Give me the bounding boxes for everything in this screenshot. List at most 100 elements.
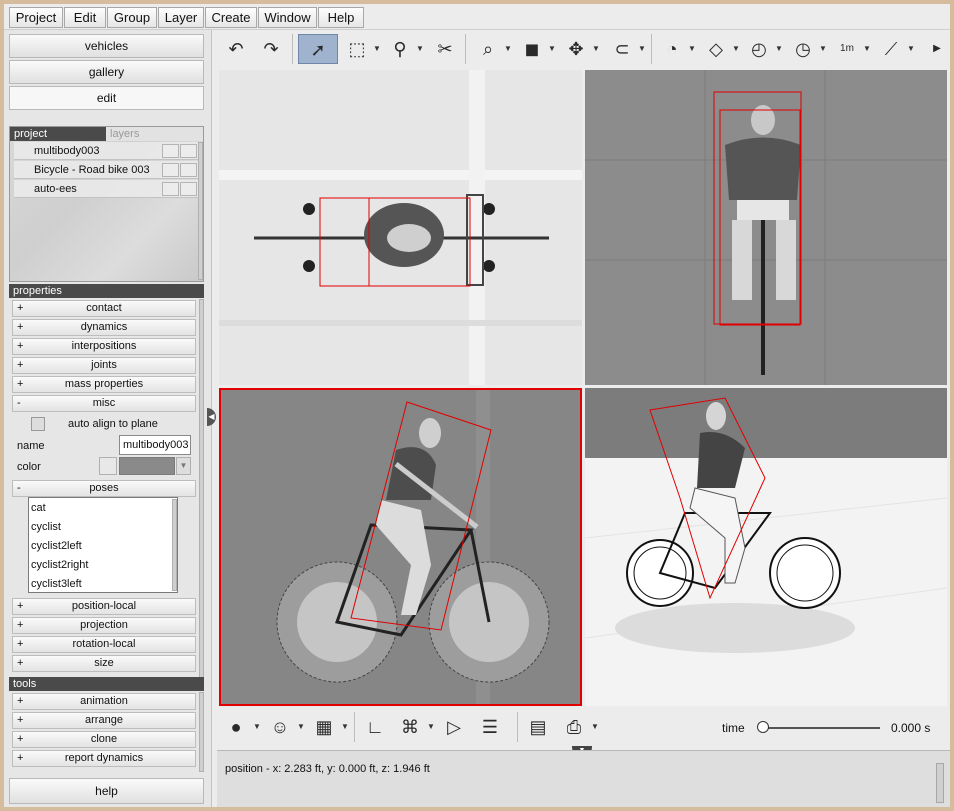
undo-icon[interactable]: ↶: [221, 34, 251, 64]
chevron-down-icon[interactable]: ▼: [253, 722, 261, 731]
tool-arrange[interactable]: + arrange: [12, 712, 196, 729]
chevron-down-icon[interactable]: ▼: [863, 44, 871, 53]
measure-point-icon[interactable]: ◔: [657, 34, 687, 64]
prop-rotation-local[interactable]: + rotation-local: [12, 636, 196, 653]
visibility-toggle[interactable]: [162, 144, 179, 158]
viewport-perspective[interactable]: [585, 388, 947, 706]
properties-scrollbar[interactable]: [199, 299, 204, 679]
angle2-icon[interactable]: ◷: [788, 34, 818, 64]
help-button[interactable]: help: [9, 778, 204, 804]
prop-projection[interactable]: + projection: [12, 617, 196, 634]
color-swatch[interactable]: [119, 457, 175, 475]
prop-mass-properties[interactable]: + mass properties: [12, 376, 196, 393]
list-item[interactable]: cyclist2right: [31, 556, 88, 574]
status-scrollbar[interactable]: [936, 763, 944, 803]
prop-position-local[interactable]: + position-local: [12, 598, 196, 615]
list-item[interactable]: cat: [31, 499, 46, 517]
chevron-down-icon[interactable]: ▼: [592, 44, 600, 53]
move-icon[interactable]: ✥: [561, 34, 591, 64]
color-picker-button[interactable]: [99, 457, 117, 475]
chevron-down-icon[interactable]: ▼: [373, 44, 381, 53]
menu-edit[interactable]: Edit: [64, 7, 106, 28]
tool-clone[interactable]: + clone: [12, 731, 196, 748]
visibility-toggle[interactable]: [162, 182, 179, 196]
tape-icon[interactable]: ⟋: [876, 34, 906, 64]
name-field[interactable]: multibody003: [119, 435, 191, 455]
head-icon[interactable]: ☺: [265, 712, 295, 742]
list-item[interactable]: cyclist: [31, 518, 61, 536]
sphere-icon[interactable]: ●: [221, 712, 251, 742]
prop-joints[interactable]: + joints: [12, 357, 196, 374]
chevron-down-icon[interactable]: ▼: [504, 44, 512, 53]
time-slider-track[interactable]: [765, 727, 880, 729]
chevron-down-icon[interactable]: ▼: [427, 722, 435, 731]
redo-icon[interactable]: ↷: [256, 34, 286, 64]
chevron-down-icon[interactable]: ▼: [819, 44, 827, 53]
chevron-down-icon[interactable]: ▼: [416, 44, 424, 53]
more-icon[interactable]: ▶: [929, 34, 945, 64]
prop-poses[interactable]: - poses: [12, 480, 196, 497]
lock-toggle[interactable]: [180, 182, 197, 196]
print-icon[interactable]: ⎙: [559, 712, 589, 742]
zoom-icon[interactable]: ⌕: [473, 34, 503, 64]
nav-vehicles-button[interactable]: vehicles: [9, 34, 204, 58]
chevron-down-icon[interactable]: ▼: [732, 44, 740, 53]
tool-report-dynamics[interactable]: + report dynamics: [12, 750, 196, 767]
lock-toggle[interactable]: [180, 163, 197, 177]
project-item[interactable]: Bicycle - Road bike 003: [14, 161, 200, 179]
list-item[interactable]: cyclist3left: [31, 575, 82, 593]
plane-icon[interactable]: ◇: [701, 34, 731, 64]
ruler-icon[interactable]: 1m: [832, 34, 862, 64]
prop-interpositions[interactable]: + interpositions: [12, 338, 196, 355]
menu-group[interactable]: Group: [107, 7, 157, 28]
playlist-icon[interactable]: ☰: [475, 712, 505, 742]
prop-contact[interactable]: + contact: [12, 300, 196, 317]
menu-create[interactable]: Create: [205, 7, 257, 28]
nav-edit-button[interactable]: edit: [9, 86, 204, 110]
angle-icon[interactable]: ◴: [744, 34, 774, 64]
play-icon[interactable]: ▷: [439, 712, 469, 742]
chevron-down-icon[interactable]: ▼: [548, 44, 556, 53]
tools-scrollbar[interactable]: [199, 692, 204, 772]
visibility-toggle[interactable]: [162, 163, 179, 177]
prop-misc[interactable]: - misc: [12, 395, 196, 412]
tab-project[interactable]: project: [10, 127, 106, 141]
menu-window[interactable]: Window: [258, 7, 317, 28]
chevron-down-icon[interactable]: ▼: [638, 44, 646, 53]
time-slider-handle[interactable]: [757, 721, 769, 733]
list-item[interactable]: cyclist2left: [31, 537, 82, 555]
tool-animation[interactable]: + animation: [12, 693, 196, 710]
chevron-down-icon[interactable]: ▼: [688, 44, 696, 53]
menu-project[interactable]: Project: [9, 7, 63, 28]
chevron-down-icon[interactable]: ▼: [297, 722, 305, 731]
magnet-icon[interactable]: ⊂: [607, 34, 637, 64]
poses-list[interactable]: cat cyclist cyclist2left cyclist2right c…: [28, 497, 178, 593]
select-arrow-icon[interactable]: ➚: [298, 34, 338, 64]
project-item[interactable]: auto-ees: [14, 180, 200, 198]
prop-dynamics[interactable]: + dynamics: [12, 319, 196, 336]
select-box-icon[interactable]: ⬚: [342, 34, 372, 64]
tab-layers[interactable]: layers: [106, 127, 203, 141]
menu-help[interactable]: Help: [318, 7, 364, 28]
camera-icon[interactable]: ⌘: [395, 712, 425, 742]
menu-layer[interactable]: Layer: [158, 7, 204, 28]
scissors-icon[interactable]: ✂: [430, 34, 460, 64]
layout-grid-icon[interactable]: ▦: [309, 712, 339, 742]
viewport-top[interactable]: [219, 70, 582, 385]
axes-icon[interactable]: ∟: [360, 712, 390, 742]
viewport-side[interactable]: [219, 388, 582, 706]
chevron-down-icon[interactable]: ▼: [775, 44, 783, 53]
branch-icon[interactable]: ⚲: [385, 34, 415, 64]
lock-toggle[interactable]: [180, 144, 197, 158]
chevron-down-icon[interactable]: ▼: [341, 722, 349, 731]
chevron-down-icon[interactable]: ▼: [591, 722, 599, 731]
poses-scrollbar[interactable]: [172, 499, 177, 591]
chevron-down-icon[interactable]: ▼: [176, 457, 191, 475]
project-item[interactable]: multibody003: [14, 142, 200, 160]
project-scrollbar[interactable]: [198, 142, 203, 280]
nav-gallery-button[interactable]: gallery: [9, 60, 204, 84]
viewport-front[interactable]: [585, 70, 947, 385]
prop-size[interactable]: + size: [12, 655, 196, 672]
cube-icon[interactable]: ◼: [517, 34, 547, 64]
chevron-down-icon[interactable]: ▼: [907, 44, 915, 53]
